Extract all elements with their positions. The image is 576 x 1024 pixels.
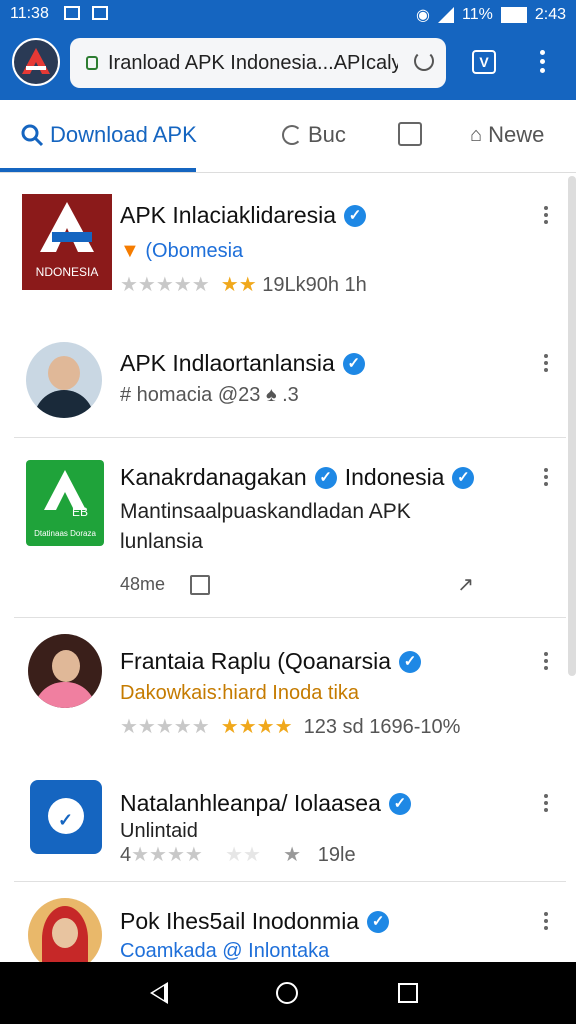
rating-prefix: 4 [120, 844, 132, 866]
verified-icon: ✓ [344, 204, 367, 227]
app-title: APK Indlaortanlansia ✓ [120, 350, 365, 377]
status-time: 11:38 [10, 5, 49, 22]
image-notification-icon [64, 6, 80, 20]
tabs-switcher-icon[interactable]: V [472, 50, 496, 74]
scrollbar[interactable] [568, 176, 576, 676]
back-icon[interactable] [150, 982, 168, 1004]
battery-percent: 11% [462, 6, 493, 23]
tab-bookmark[interactable] [398, 122, 422, 146]
status-bar: 11:38 ◉ 11% 2:43 [0, 0, 576, 28]
url-bar[interactable]: Iranload APK Indonesia...APIcaly [70, 38, 446, 88]
app-subtitle-text: (Obomesia [145, 240, 244, 262]
lock-icon [86, 56, 98, 70]
rating-row: ★★★★★ ★★★★ 123 sd 1696-10% [120, 716, 461, 738]
divider [14, 437, 566, 438]
calendar-notification-icon [92, 6, 108, 20]
wifi-icon: ◉ [416, 7, 431, 24]
app-thumbnail: ✓ [30, 780, 102, 854]
verified-icon: ✓ [452, 466, 475, 489]
app-title-text: APK Inlaciaklidaresia [120, 202, 337, 228]
recents-icon[interactable] [398, 983, 418, 1003]
tab-newe[interactable]: ⌂ Newe [470, 122, 544, 148]
app-title-text: Kanakrdanagakan [120, 464, 307, 490]
rating-row: ★★★★★ ★★ 19Lk90h 1h [120, 274, 367, 296]
verified-icon: ✓ [388, 792, 411, 815]
rating-row: 4★★★★ ★★ ★ 19le [120, 844, 356, 866]
verified-icon: ✓ [399, 650, 422, 673]
reload-icon[interactable] [414, 51, 434, 71]
divider [14, 617, 566, 618]
app-title: Kanakrdanagakan ✓ Indonesia ✓ [120, 464, 475, 491]
rating-text: 123 sd 1696-10% [303, 716, 461, 738]
app-title-text: Indonesia [344, 464, 445, 490]
more-options-icon[interactable] [544, 652, 548, 673]
more-options-icon[interactable] [544, 794, 548, 815]
app-title-text: APK Indlaortanlansia [120, 350, 335, 376]
more-options-icon[interactable] [544, 912, 548, 933]
chat-check-icon: ✓ [58, 810, 74, 830]
app-subtitle: Unlintaid [120, 820, 198, 842]
verified-icon: ✓ [342, 352, 365, 375]
bell-icon: ⌂ [470, 123, 483, 146]
battery-time: 2:43 [534, 6, 566, 23]
battery-icon [500, 7, 527, 23]
tab-bar: Download APK Buc ⌂ Newe [0, 100, 576, 173]
thumbnail-text: NDONESIA [35, 265, 99, 279]
system-nav-bar [0, 962, 576, 1024]
verified-icon: ✓ [314, 466, 337, 489]
meta-row: 48me [120, 574, 211, 596]
active-tab-indicator [0, 168, 196, 172]
meta-text: 48me [120, 574, 166, 594]
home-icon[interactable] [276, 982, 298, 1004]
app-title-text: Pok Ihes5ail Inodonmia [120, 908, 360, 934]
tab-download-apk[interactable]: Download APK [20, 122, 197, 148]
avatar [28, 898, 102, 972]
checkbox-icon[interactable] [190, 575, 211, 596]
app-title: Frantaia Raplu (Qoanarsia ✓ [120, 648, 422, 675]
overflow-menu-icon[interactable] [540, 50, 546, 74]
app-thumbnail: EB Dtatinaas Doraza [26, 460, 104, 546]
app-thumbnail: NDONESIA [22, 194, 112, 290]
bookmark-icon [398, 122, 422, 146]
rating-text: 19le [317, 844, 356, 866]
url-text: Iranload APK Indonesia...APIcaly [108, 51, 398, 74]
app-subtitle: # homacia @23 ♠ .3 [120, 384, 299, 406]
app-title: Pok Ihes5ail Inodonmia ✓ [120, 908, 390, 935]
tab-label: Download APK [50, 122, 197, 147]
more-options-icon[interactable] [544, 354, 548, 375]
browser-toolbar: Iranload APK Indonesia...APIcaly V [0, 28, 576, 100]
divider [14, 881, 566, 882]
refresh-icon [282, 125, 302, 145]
app-description: Mantinsaalpuaskandladan APK [120, 500, 411, 523]
avatar [26, 342, 102, 418]
app-subtitle: Dakowkais:hiard Inoda tika [120, 682, 360, 704]
share-icon[interactable]: ↗ [457, 572, 474, 597]
avatar [28, 634, 102, 708]
app-subtitle: Coamkada @ Inlontaka [120, 940, 330, 962]
app-subtitle: ▼ (Obomesia [120, 240, 243, 263]
more-options-icon[interactable] [544, 206, 548, 227]
more-options-icon[interactable] [544, 468, 548, 489]
site-logo-icon[interactable] [12, 38, 60, 86]
tab-label: Newe [488, 122, 545, 147]
rating-text: 19Lk90h 1h [262, 274, 367, 296]
badge-icon: ▼ [120, 240, 140, 262]
thumbnail-text: Dtatinaas Doraza [34, 529, 96, 538]
app-title-text: Natalanhleanpa/ Iolaasea [120, 790, 381, 816]
app-title: APK Inlaciaklidaresia ✓ [120, 202, 367, 229]
tab-label: Buc [308, 122, 346, 147]
verified-icon: ✓ [367, 910, 390, 933]
signal-icon [438, 7, 455, 23]
app-title: Natalanhleanpa/ Iolaasea ✓ [120, 790, 411, 817]
tab-buc[interactable]: Buc [282, 122, 346, 148]
app-title-text: Frantaia Raplu (Qoanarsia [120, 648, 392, 674]
app-description: lunlansia [120, 530, 203, 553]
svg-text:EB: EB [72, 505, 88, 519]
search-icon [21, 124, 44, 147]
